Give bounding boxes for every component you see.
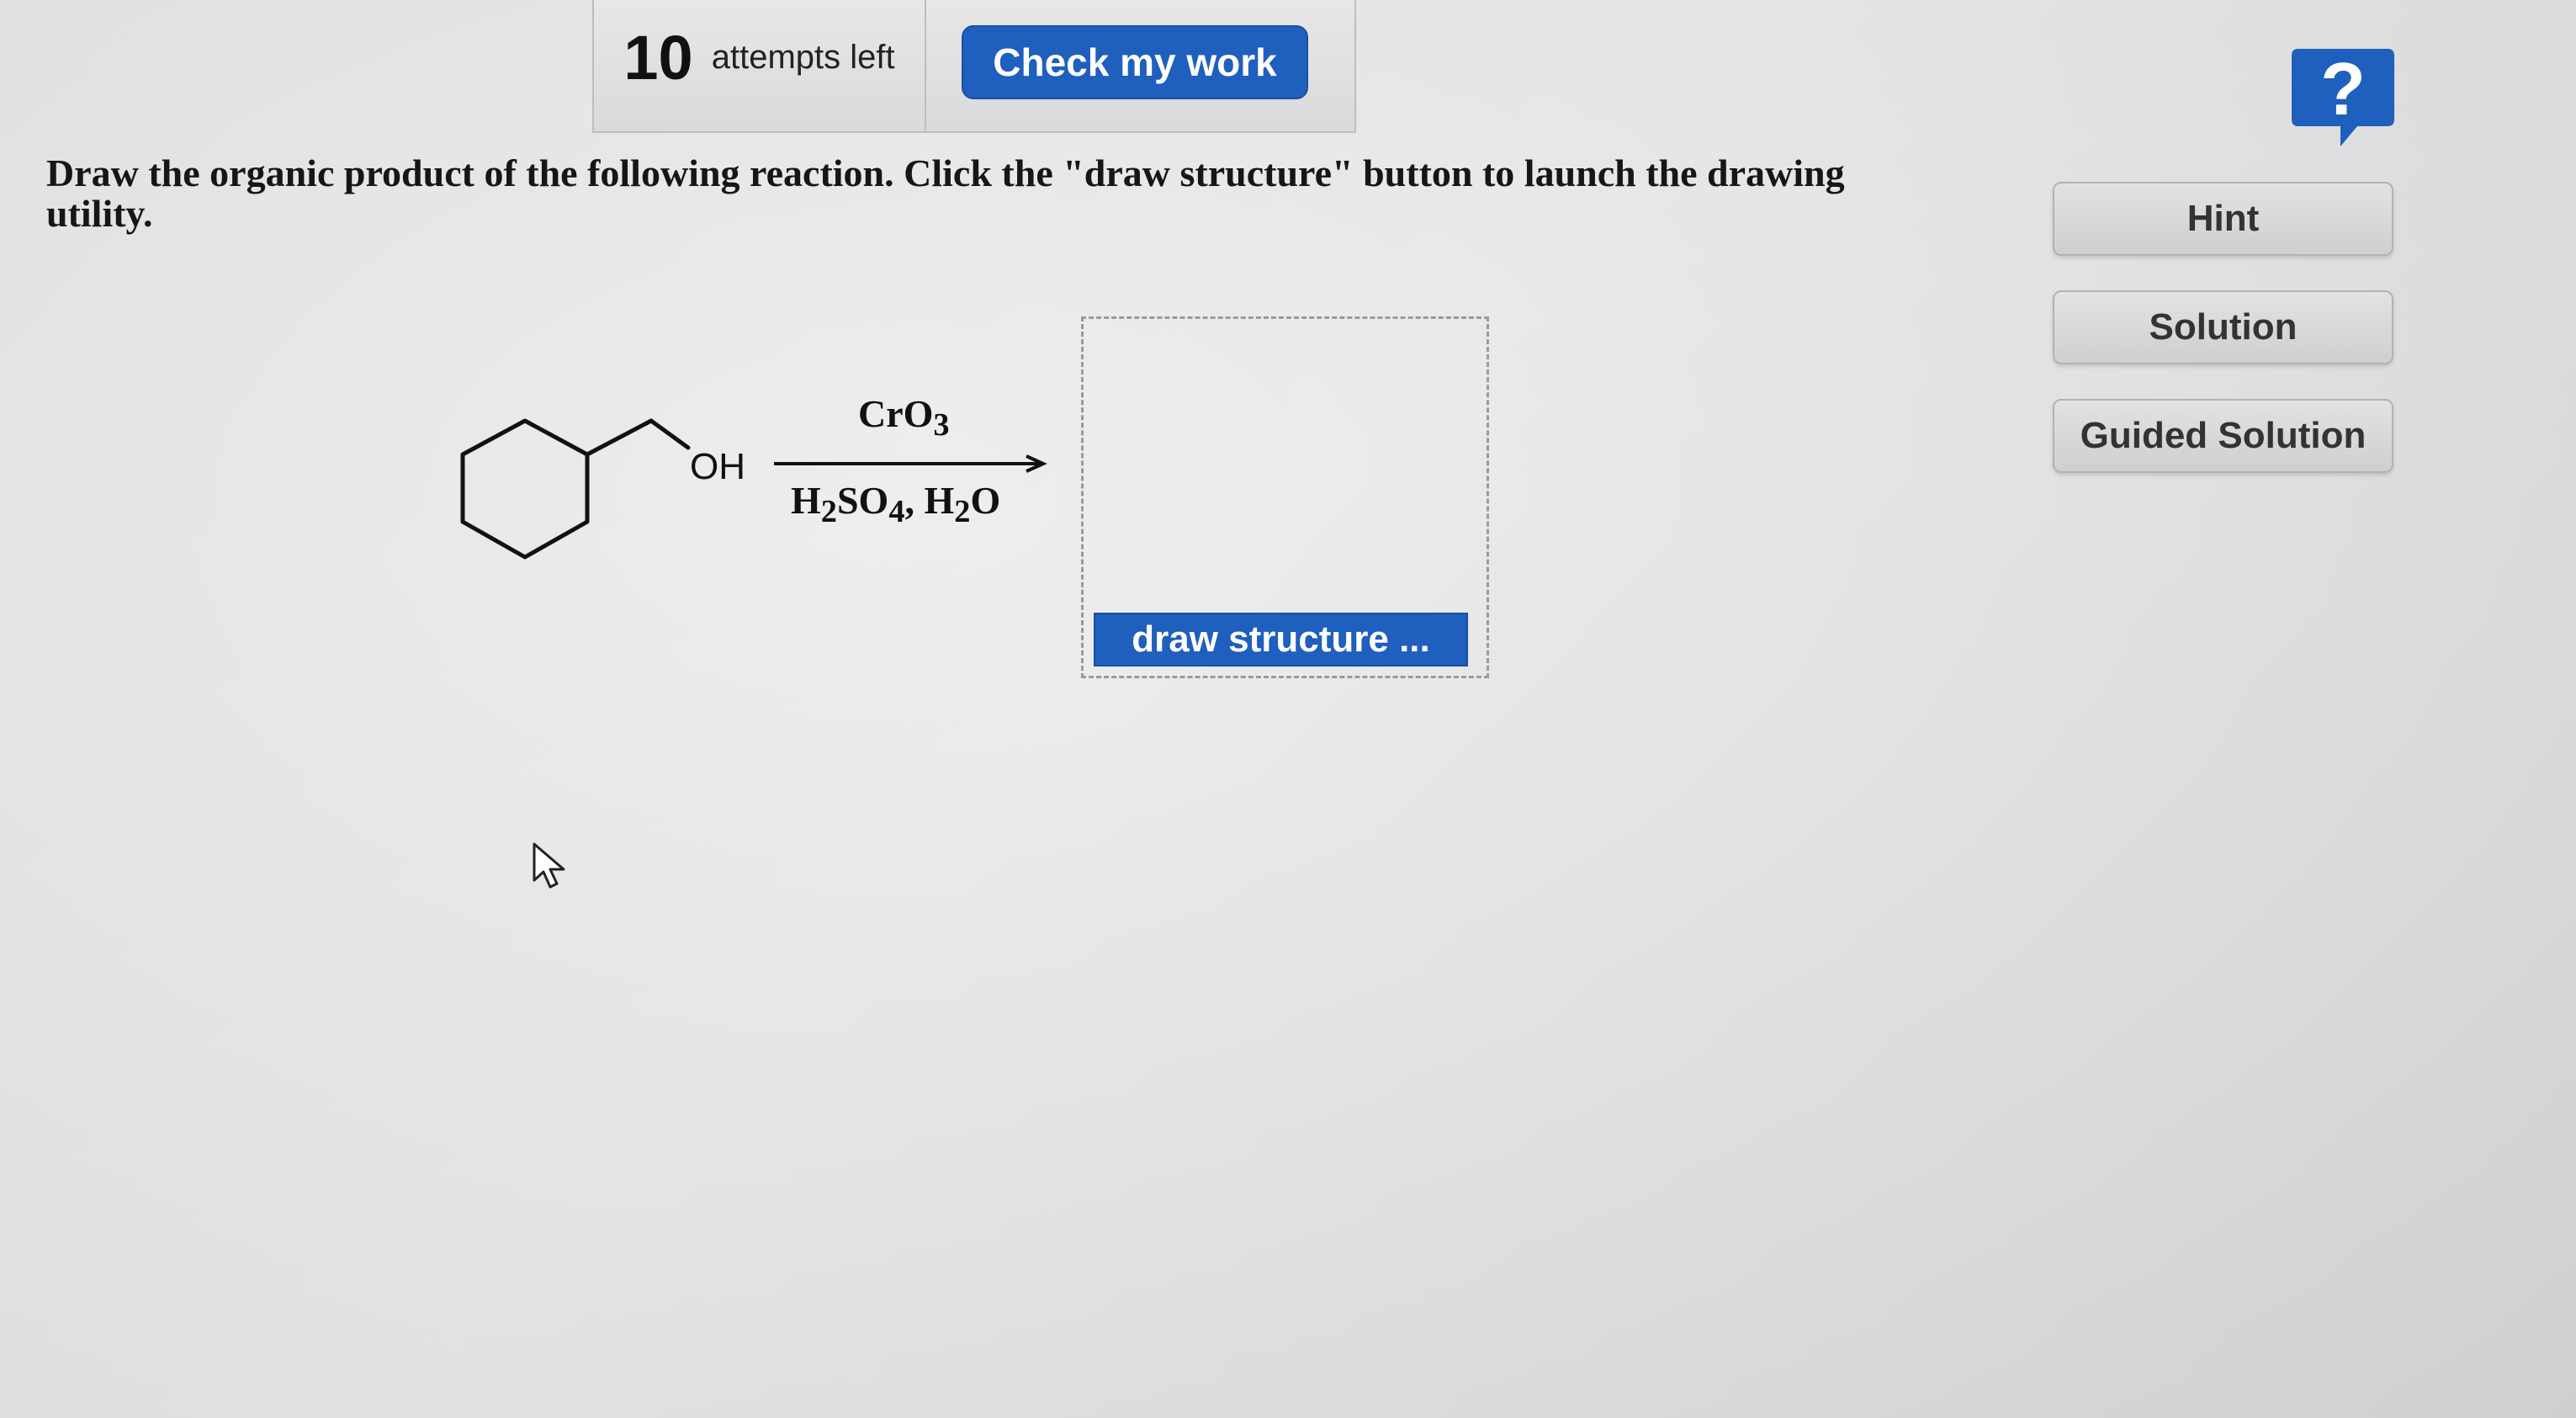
bond-ring-ch2 [585,418,654,457]
guided-solution-button[interactable]: Guided Solution [2053,399,2393,473]
check-my-work-button[interactable]: Check my work [962,25,1308,99]
reagent-separator: , [904,479,925,522]
check-area: Check my work [926,0,1354,131]
cyclohexane-ring [460,418,590,560]
hint-button[interactable]: Hint [2053,182,2393,256]
attempts-label: attempts left [711,38,895,76]
reagent-so: SO [836,479,889,522]
mouse-pointer-icon [533,842,565,889]
reagent-water-h: H [924,479,955,522]
reactant-structure [460,418,691,560]
draw-structure-button[interactable]: draw structure ... [1094,613,1468,667]
help-glyph: ? [2320,47,2366,130]
question-prompt: Draw the organic product of the followin… [46,151,1845,235]
reaction-arrow-icon [774,454,1047,473]
reagent-so-subscript: 4 [888,494,905,530]
reagent-oxidant-subscript: 3 [933,407,950,443]
reagent-conditions: H2SO4, H2O [791,478,1000,530]
reagent-h-subscript: 2 [820,494,837,530]
help-question-icon[interactable]: ? [2288,42,2398,151]
reagent-h: H [791,479,821,522]
reagent-oxidant-main: CrO [858,392,934,435]
attempts-indicator: 10 attempts left [594,0,926,131]
reagent-water-subscript: 2 [954,494,971,530]
solution-button[interactable]: Solution [2053,290,2393,364]
reagent-water-o: O [970,479,1001,522]
bond-ch2-oh [649,418,691,450]
assignment-toolbar: 10 attempts left Check my work [592,0,1356,133]
reagent-oxidant: CrO3 [858,391,950,443]
hydroxyl-label: OH [690,446,745,487]
attempts-count: 10 [623,22,693,93]
